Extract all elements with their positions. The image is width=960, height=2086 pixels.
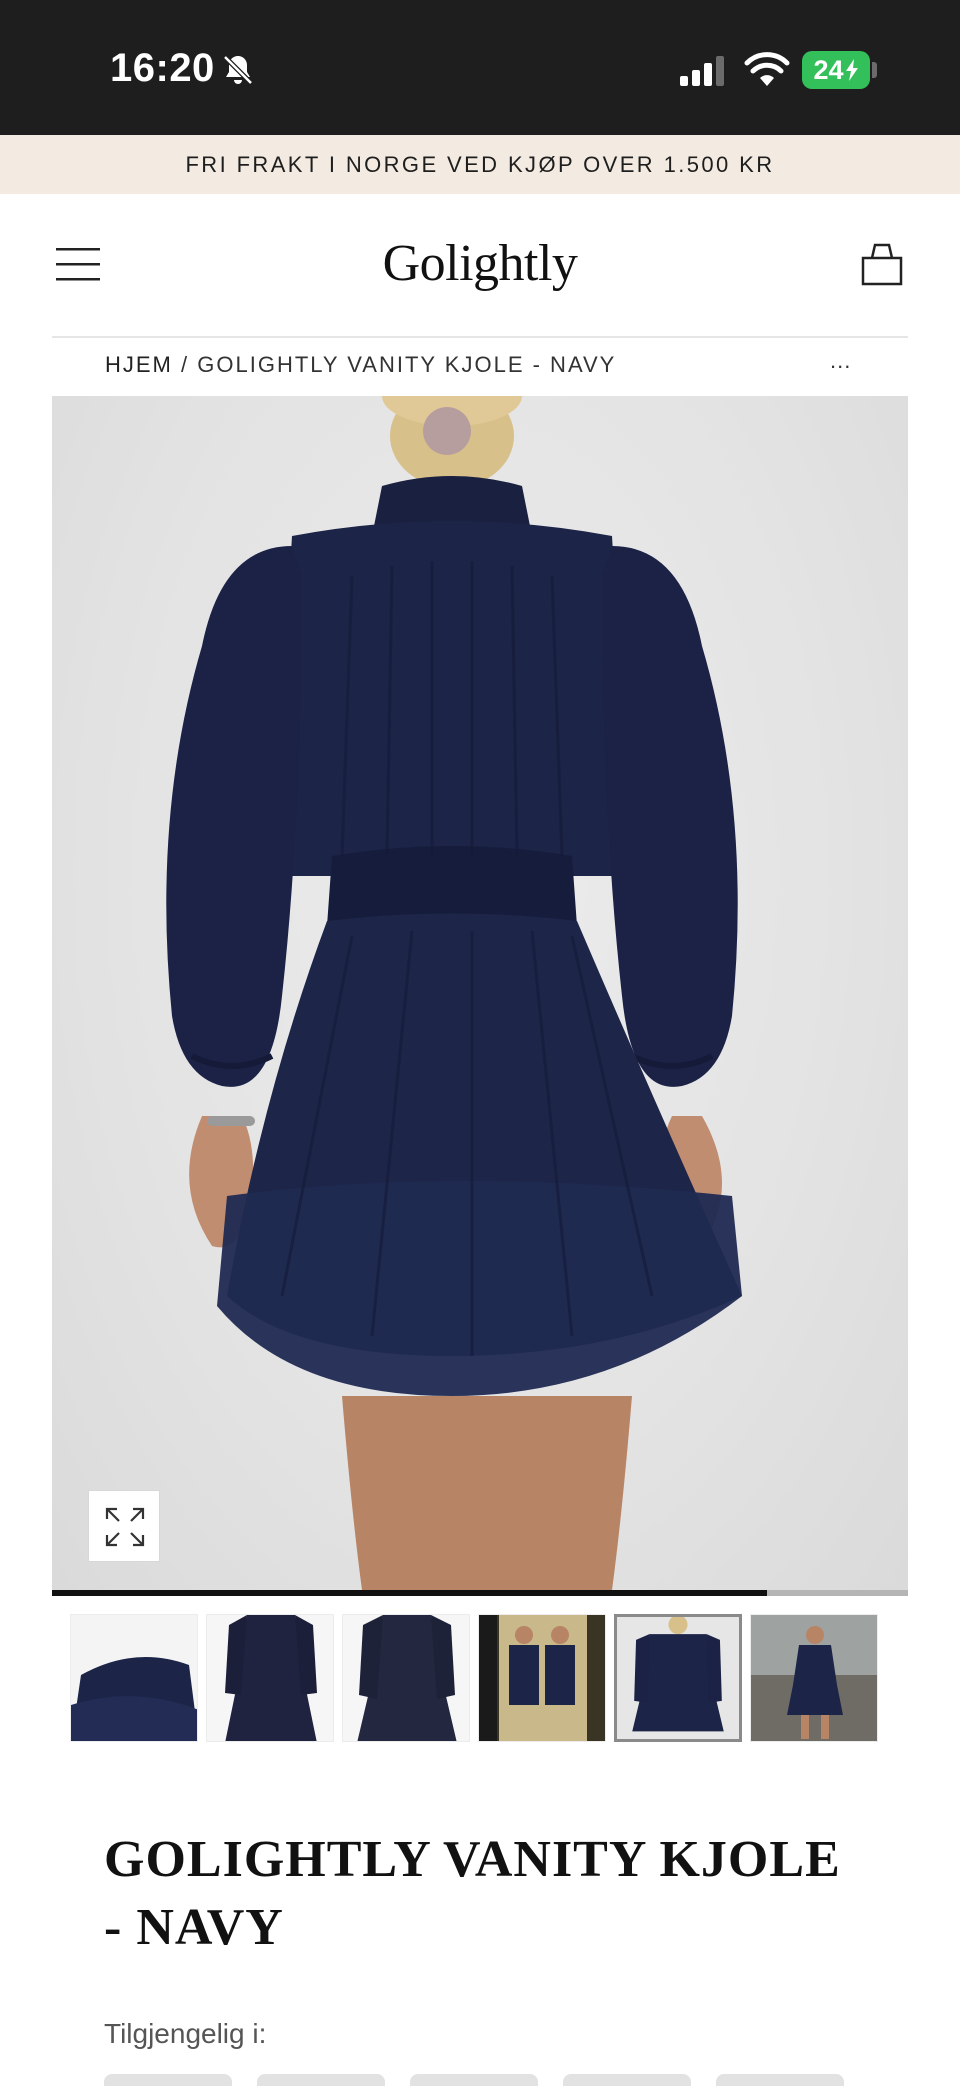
- color-swatch-row: [104, 2074, 864, 2086]
- thumbnail-3[interactable]: [342, 1614, 470, 1742]
- shipping-promo-banner: FRI FRAKT I NORGE VED KJØP OVER 1.500 KR: [0, 135, 960, 194]
- battery-level: 24: [813, 54, 844, 85]
- thumbnail-1[interactable]: [70, 1614, 198, 1742]
- thumbnail-5[interactable]: [614, 1614, 742, 1742]
- expand-icon: [105, 1507, 145, 1547]
- battery-cap: [872, 62, 877, 78]
- product-title: GOLIGHTLY VANITY KJOLE - NAVY: [104, 1831, 841, 1956]
- thumbnail-2[interactable]: [206, 1614, 334, 1742]
- thumbnail-6[interactable]: [750, 1614, 878, 1742]
- color-swatch[interactable]: [716, 2074, 844, 2086]
- product-main-image[interactable]: [52, 396, 908, 1590]
- site-header: Golightly: [0, 194, 960, 336]
- header-divider: [52, 336, 908, 338]
- color-swatch[interactable]: [563, 2074, 691, 2086]
- thumbnail-image: [343, 1615, 469, 1741]
- status-bar: 16:20 24: [0, 0, 960, 135]
- color-swatch[interactable]: [104, 2074, 232, 2086]
- thumbnail-image: [751, 1615, 877, 1741]
- thumbnail-image: [207, 1615, 333, 1741]
- available-in-label: Tilgjengelig i:: [104, 2018, 267, 2049]
- color-swatch[interactable]: [410, 2074, 538, 2086]
- thumbnail-strip: [70, 1614, 890, 1744]
- breadcrumb-separator: /: [181, 352, 190, 377]
- battery-indicator: 24: [802, 51, 870, 89]
- bag-icon[interactable]: [860, 242, 904, 286]
- thumbnail-image: [617, 1617, 739, 1739]
- gallery-progress-bar: [52, 1590, 908, 1596]
- thumbnail-image: [71, 1615, 197, 1741]
- site-logo[interactable]: Golightly: [0, 234, 960, 293]
- thumbnail-image: [479, 1615, 605, 1741]
- breadcrumb-home[interactable]: HJEM: [105, 352, 173, 377]
- expand-image-button[interactable]: [88, 1490, 160, 1562]
- breadcrumb-more[interactable]: ...: [830, 348, 851, 374]
- color-swatch[interactable]: [257, 2074, 385, 2086]
- signal-icon: [680, 56, 724, 86]
- charging-bolt-icon: [845, 59, 858, 81]
- thumbnail-4[interactable]: [478, 1614, 606, 1742]
- dress-back-illustration: [166, 396, 742, 1590]
- status-time: 16:20: [110, 46, 215, 90]
- bell-off-icon: [223, 55, 253, 85]
- breadcrumb-current: GOLIGHTLY VANITY KJOLE - NAVY: [197, 352, 617, 377]
- promo-text: FRI FRAKT I NORGE VED KJØP OVER 1.500 KR: [185, 151, 775, 177]
- breadcrumb: HJEM / GOLIGHTLY VANITY KJOLE - NAVY: [105, 352, 616, 378]
- wifi-icon: [744, 52, 790, 86]
- gallery-progress-fill: [52, 1590, 767, 1596]
